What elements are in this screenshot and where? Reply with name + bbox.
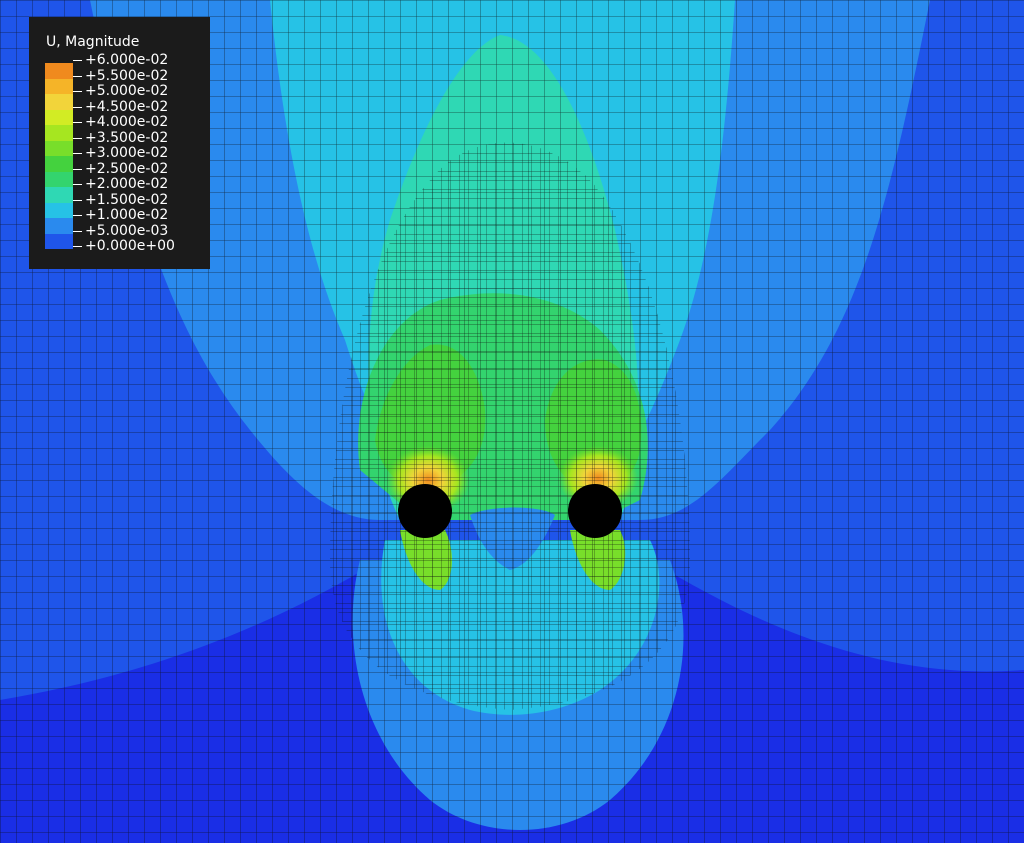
legend-label-text: +1.500e-02 — [85, 191, 169, 208]
legend-label: +0.000e+00 — [73, 238, 175, 255]
legend-title: U, Magnitude — [46, 34, 140, 50]
legend-label: +4.000e-02 — [73, 114, 175, 131]
contour-viewport: U, Magnitude +6.000e-02 +5.500e-02 +5.000e… — [0, 0, 1024, 843]
legend-tick — [73, 60, 82, 61]
legend-label-text: +5.500e-02 — [85, 67, 169, 84]
legend-label-text: +2.500e-02 — [85, 160, 169, 177]
legend-tick — [73, 184, 82, 185]
legend-tick — [73, 122, 82, 123]
legend-tick — [73, 137, 82, 139]
legend-label-text: +5.000e-02 — [85, 83, 169, 99]
legend-label-text: +0.000e+00 — [85, 238, 175, 254]
legend-label-text: +3.000e-02 — [85, 145, 169, 161]
legend-label-text: +5.000e-03 — [85, 222, 169, 239]
legend-label-text: +1.000e-02 — [85, 207, 169, 223]
legend-swatch — [45, 171, 73, 187]
legend-label: +2.500e-02 — [73, 160, 175, 178]
legend-tick — [73, 75, 82, 77]
legend-label: +5.000e-02 — [73, 83, 175, 100]
legend-label: +5.000e-03 — [73, 222, 175, 240]
legend-swatch — [45, 156, 73, 172]
hole-left — [398, 484, 452, 538]
legend-label: +3.000e-02 — [73, 145, 175, 162]
legend-tick — [73, 106, 82, 108]
legend-swatch — [45, 218, 73, 234]
legend-swatch — [45, 78, 73, 94]
legend-label: +6.000e-02 — [73, 52, 175, 69]
hole-right — [568, 484, 622, 538]
legend-swatch — [45, 233, 73, 249]
legend-swatch — [45, 125, 73, 141]
legend-swatch — [45, 140, 73, 156]
legend-tick — [73, 153, 82, 154]
legend-tick — [73, 91, 82, 92]
legend-swatch — [45, 187, 73, 203]
legend-swatch — [45, 94, 73, 110]
legend-swatch — [45, 63, 73, 79]
legend-label: +1.500e-02 — [73, 191, 175, 209]
legend-tick — [73, 230, 82, 232]
legend-label: +5.500e-02 — [73, 67, 175, 85]
color-legend: U, Magnitude +6.000e-02 +5.500e-02 +5.000e… — [29, 17, 210, 269]
legend-label: +1.000e-02 — [73, 207, 175, 224]
legend-label-text: +6.000e-02 — [85, 52, 169, 68]
legend-label: +2.000e-02 — [73, 176, 175, 193]
legend-label-text: +3.500e-02 — [85, 129, 169, 146]
legend-tick — [73, 168, 82, 170]
legend-swatch — [45, 109, 73, 125]
legend-label-text: +4.500e-02 — [85, 98, 169, 115]
legend-label: +3.500e-02 — [73, 129, 175, 147]
legend-label-text: +4.000e-02 — [85, 114, 169, 130]
legend-tick — [73, 246, 82, 247]
legend-labels: +6.000e-02 +5.500e-02 +5.000e-02 +4.500e-02… — [73, 52, 175, 255]
legend-tick — [73, 215, 82, 216]
legend-swatches — [45, 63, 73, 249]
legend-swatch — [45, 202, 73, 218]
legend-label: +4.500e-02 — [73, 98, 175, 116]
legend-tick — [73, 199, 82, 201]
legend-label-text: +2.000e-02 — [85, 176, 169, 192]
